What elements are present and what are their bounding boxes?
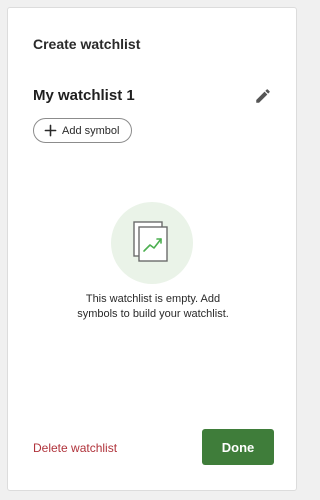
add-symbol-label: Add symbol xyxy=(62,124,120,137)
empty-state-illustration xyxy=(111,202,193,284)
add-symbol-button[interactable]: Add symbol xyxy=(33,118,133,143)
empty-state-line-2: symbols to build your watchlist. xyxy=(77,308,229,320)
watchlist-name: My watchlist 1 xyxy=(33,87,135,104)
dialog-title: Create watchlist xyxy=(33,36,141,52)
pencil-icon xyxy=(256,89,270,103)
empty-state-line-1: This watchlist is empty. Add xyxy=(85,293,221,305)
delete-watchlist-link[interactable]: Delete watchlist xyxy=(33,441,117,455)
chart-document-icon xyxy=(133,221,168,262)
empty-state-message: This watchlist is empty. Add symbols to … xyxy=(28,292,278,322)
done-button[interactable]: Done xyxy=(202,429,274,465)
plus-icon xyxy=(43,124,57,138)
edit-name-button[interactable] xyxy=(252,85,274,107)
create-watchlist-dialog: Create watchlist My watchlist 1 Add symb… xyxy=(7,7,297,491)
